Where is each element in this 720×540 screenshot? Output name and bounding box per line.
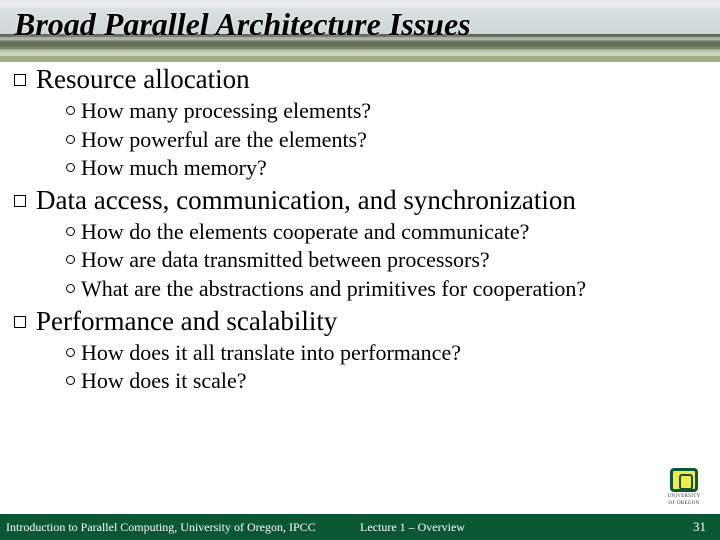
list-item-text: How many processing elements?	[81, 97, 371, 126]
list-item-text: How are data transmitted between process…	[81, 246, 490, 275]
list-item-text: How do the elements cooperate and commun…	[81, 218, 529, 247]
section-resource-allocation: Resource allocation How many processing …	[14, 64, 706, 183]
section-header: Resource allocation	[14, 64, 706, 95]
sub-list: How many processing elements? How powerf…	[14, 97, 706, 183]
list-item: How do the elements cooperate and commun…	[66, 218, 706, 247]
section-heading: Performance and scalability	[36, 306, 337, 337]
circle-bullet-icon	[66, 227, 75, 236]
university-logo: UNIVERSITY OF OREGON	[658, 468, 710, 510]
circle-bullet-icon	[66, 376, 75, 385]
section-header: Performance and scalability	[14, 306, 706, 337]
sub-list: How do the elements cooperate and commun…	[14, 218, 706, 304]
section-heading: Data access, communication, and synchron…	[36, 185, 576, 216]
square-bullet-icon	[14, 316, 26, 328]
list-item-text: How powerful are the elements?	[81, 126, 367, 155]
list-item: How many processing elements?	[66, 97, 706, 126]
section-data-access: Data access, communication, and synchron…	[14, 185, 706, 304]
list-item: What are the abstractions and primitives…	[66, 275, 706, 304]
oregon-o-icon	[670, 468, 698, 492]
circle-bullet-icon	[66, 135, 75, 144]
list-item: How much memory?	[66, 154, 706, 183]
square-bullet-icon	[14, 74, 26, 86]
section-header: Data access, communication, and synchron…	[14, 185, 706, 216]
section-performance: Performance and scalability How does it …	[14, 306, 706, 396]
logo-text-1: UNIVERSITY	[668, 494, 701, 499]
list-item-text: What are the abstractions and primitives…	[81, 275, 586, 304]
circle-bullet-icon	[66, 106, 75, 115]
section-heading: Resource allocation	[36, 64, 250, 95]
square-bullet-icon	[14, 195, 26, 207]
sub-list: How does it all translate into performan…	[14, 339, 706, 396]
list-item-text: How does it all translate into performan…	[81, 339, 461, 368]
list-item: How does it scale?	[66, 367, 706, 396]
list-item: How are data transmitted between process…	[66, 246, 706, 275]
slide-content: Resource allocation How many processing …	[0, 60, 720, 398]
list-item: How powerful are the elements?	[66, 126, 706, 155]
list-item-text: How does it scale?	[81, 367, 247, 396]
list-item-text: How much memory?	[81, 154, 267, 183]
footer-page-number: 31	[620, 519, 720, 535]
slide-footer: Introduction to Parallel Computing, Univ…	[0, 514, 720, 540]
circle-bullet-icon	[66, 255, 75, 264]
footer-center-text: Lecture 1 – Overview	[360, 520, 620, 535]
slide-title: Broad Parallel Architecture Issues	[14, 6, 471, 43]
circle-bullet-icon	[66, 348, 75, 357]
list-item: How does it all translate into performan…	[66, 339, 706, 368]
logo-text-2: OF OREGON	[668, 501, 699, 506]
circle-bullet-icon	[66, 284, 75, 293]
footer-left-text: Introduction to Parallel Computing, Univ…	[0, 520, 360, 535]
circle-bullet-icon	[66, 163, 75, 172]
